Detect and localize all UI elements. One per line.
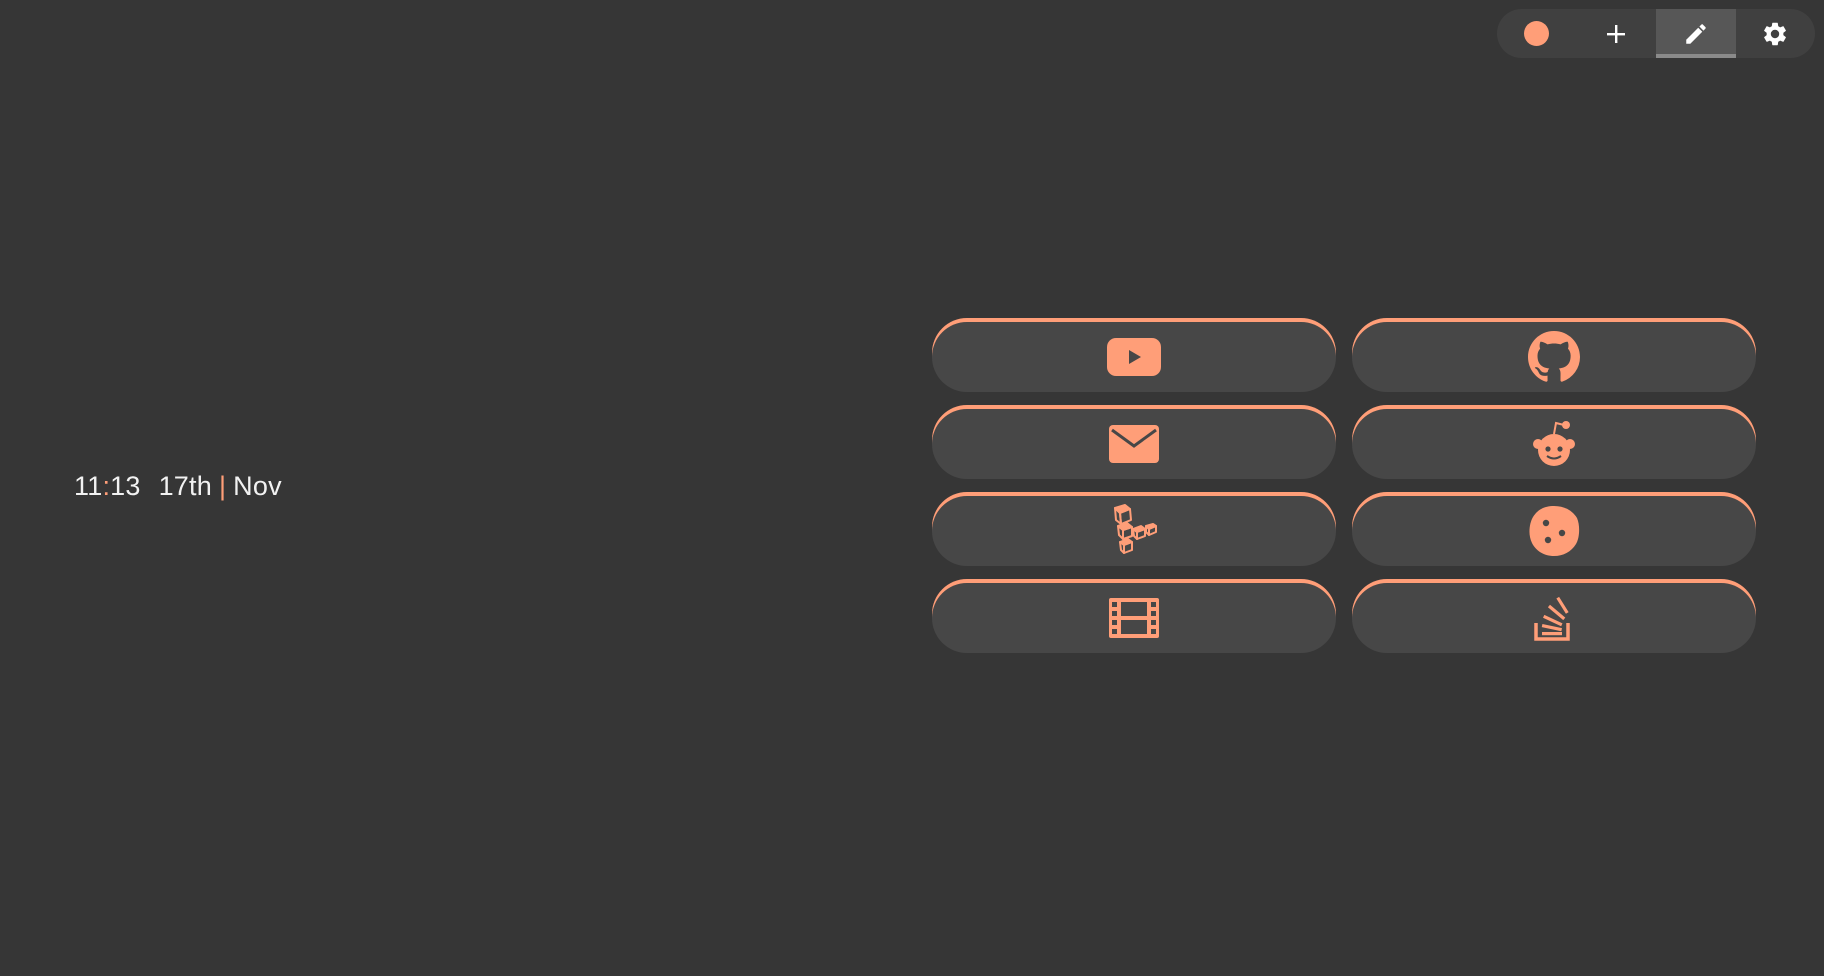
date-divider: | bbox=[218, 470, 227, 501]
clock-separator: : bbox=[102, 470, 111, 501]
bookmark-grid bbox=[932, 322, 1756, 653]
reddit-icon bbox=[1533, 421, 1575, 466]
pencil-icon bbox=[1686, 23, 1706, 44]
bookmark-cookie[interactable] bbox=[1352, 496, 1756, 566]
cookie-icon bbox=[1529, 506, 1580, 556]
clock-hours: 11 bbox=[74, 470, 103, 501]
edit-button[interactable] bbox=[1656, 9, 1736, 58]
bookmark-reddit[interactable] bbox=[1352, 409, 1756, 479]
add-bookmark-button[interactable] bbox=[1577, 9, 1657, 58]
film-icon bbox=[1109, 598, 1159, 638]
youtube-icon bbox=[1107, 338, 1161, 376]
start-page: 11 : 13 17th | Nov bbox=[0, 0, 1824, 976]
stackoverflow-icon bbox=[1534, 596, 1570, 641]
bookmark-github[interactable] bbox=[1352, 322, 1756, 392]
github-icon bbox=[1528, 331, 1580, 382]
linode-icon bbox=[1114, 504, 1157, 554]
clock-minutes: 13 bbox=[110, 470, 141, 501]
clock: 11 : 13 17th | Nov bbox=[74, 468, 282, 504]
date-month: Nov bbox=[233, 470, 282, 501]
bookmark-linode[interactable] bbox=[932, 496, 1336, 566]
bookmark-youtube[interactable] bbox=[932, 322, 1336, 392]
bookmark-stackoverflow[interactable] bbox=[1352, 583, 1756, 653]
date-day: 17th bbox=[158, 470, 212, 501]
bookmark-film[interactable] bbox=[932, 583, 1336, 653]
theme-dot-icon bbox=[1524, 21, 1550, 46]
settings-button[interactable] bbox=[1736, 9, 1816, 58]
bookmark-mail[interactable] bbox=[932, 409, 1336, 479]
toolbar bbox=[1497, 9, 1815, 58]
theme-toggle-button[interactable] bbox=[1497, 9, 1577, 58]
mail-icon bbox=[1109, 425, 1159, 463]
plus-icon bbox=[1607, 24, 1626, 43]
gear-icon bbox=[1764, 22, 1787, 45]
